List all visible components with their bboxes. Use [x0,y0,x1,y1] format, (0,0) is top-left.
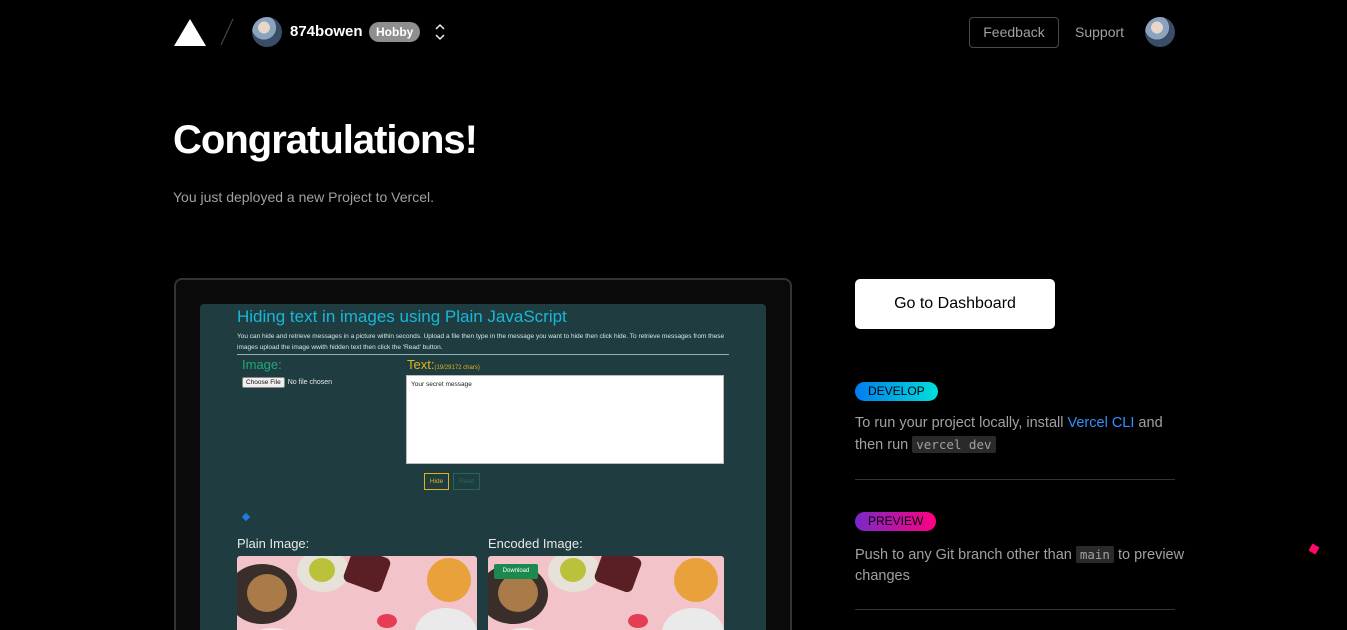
preview-text-1: Push to any Git branch other than [855,547,1076,563]
download-button: Download [494,564,538,579]
go-to-dashboard-button[interactable]: Go to Dashboard [855,279,1055,329]
hide-button: Hide [424,473,449,490]
user-avatar[interactable] [1145,17,1175,47]
read-button: Read [453,473,480,490]
confetti-piece [1308,543,1320,555]
message-textarea: Your secret message [406,375,724,464]
vercel-dev-code: vercel dev [912,436,996,453]
plain-image-label: Plain Image: [237,536,310,551]
deployment-preview[interactable]: Hiding text in images using Plain JavaSc… [174,278,792,630]
section-divider [855,609,1175,610]
develop-instructions: To run your project locally, install Ver… [855,413,1185,456]
scope-switcher-icon[interactable] [433,22,447,42]
text-label-text: Text: [407,357,435,372]
no-file-text: No file chosen [287,379,333,386]
main-branch-code: main [1075,546,1114,563]
vercel-cli-link[interactable]: Vercel CLI [1068,415,1135,431]
section-divider [855,479,1175,480]
preview-badge: PREVIEW [855,512,937,531]
support-link[interactable]: Support [1075,24,1124,40]
preview-instructions: Push to any Git branch other than main t… [855,544,1185,587]
plan-badge: Hobby [369,22,421,42]
top-navigation: 874bowen Hobby Feedback Support [0,0,1347,64]
textarea-value: Your secret message [411,381,472,388]
develop-text-1: To run your project locally, install [855,415,1068,431]
team-avatar[interactable] [252,17,282,47]
char-count: (19/29172 chars) [434,365,480,371]
divider [237,354,729,355]
app-description: You can hide and retrieve messages in a … [237,333,725,351]
encoded-image: Download [488,556,724,630]
image-label: Image: [242,357,282,372]
deployment-screenshot: Hiding text in images using Plain JavaSc… [200,304,766,630]
develop-badge: DEVELOP [855,382,938,401]
vercel-logo-icon[interactable] [174,19,206,46]
choose-file-button: Choose File [242,377,285,388]
encoded-image-label: Encoded Image: [488,536,583,551]
diamond-marker-icon [241,512,251,522]
plain-image [237,556,477,630]
text-label: Text:(19/29172 chars) [407,357,480,372]
page-subtitle: You just deployed a new Project to Verce… [173,189,434,205]
team-name[interactable]: 874bowen [290,23,363,40]
breadcrumb-separator [220,18,234,46]
file-input: Choose File No file chosen [242,377,332,388]
feedback-button[interactable]: Feedback [969,17,1059,48]
app-title: Hiding text in images using Plain JavaSc… [237,307,567,326]
page-title: Congratulations! [173,118,478,162]
